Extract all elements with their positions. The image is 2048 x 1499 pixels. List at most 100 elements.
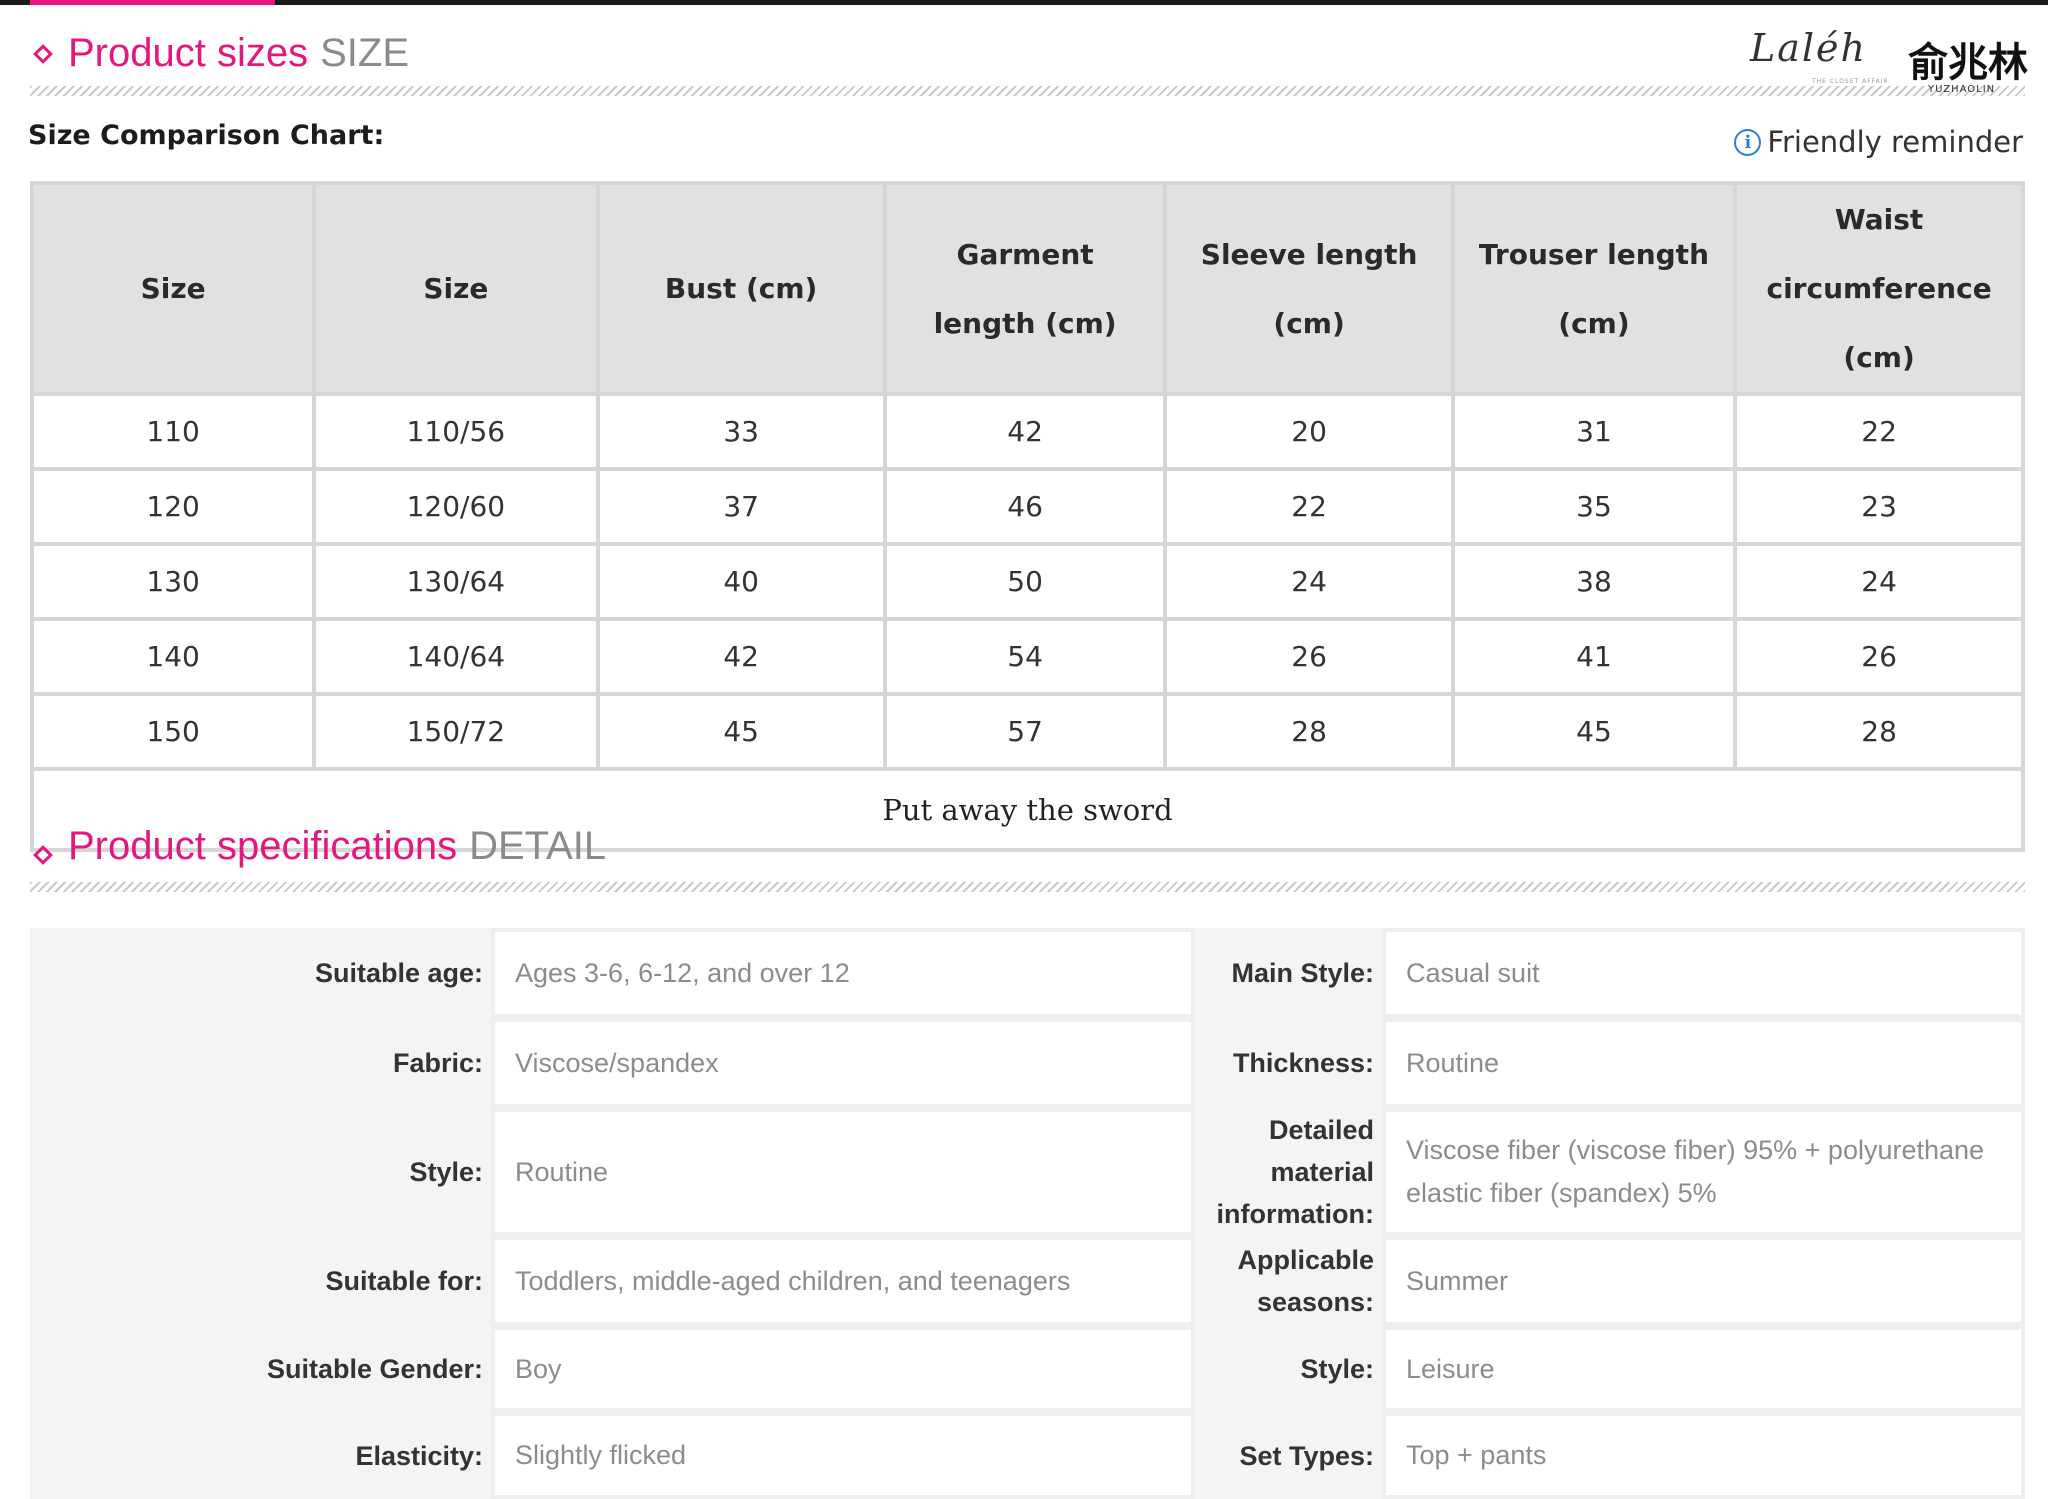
info-icon: i	[1734, 128, 1762, 156]
table-cell: 110	[29, 392, 317, 471]
top-bar-accent	[30, 0, 275, 5]
spec-value: Viscose fiber (viscose fiber) 95% + poly…	[1382, 1108, 2025, 1236]
spec-value: Toddlers, middle-aged children, and teen…	[491, 1236, 1195, 1326]
header-sleeve-length: Sleeve length (cm)	[1163, 181, 1455, 396]
brand-logo: Laléh THE CLOSET AFFAIR 俞兆林 YUZHAOLIN	[1750, 8, 2030, 98]
table-cell: 42	[882, 392, 1168, 471]
diamond-bullet-icon	[33, 845, 53, 865]
table-cell: 54	[882, 617, 1168, 696]
header-size-code: Size	[312, 181, 600, 396]
spec-row: Style: Routine Detailed material informa…	[30, 1108, 2025, 1236]
table-cell: 40	[595, 542, 887, 621]
specs-title-wrap: Product specifications DETAIL	[68, 824, 606, 869]
table-cell: 24	[1733, 542, 2025, 621]
spec-value: Casual suit	[1382, 928, 2025, 1018]
table-cell: 45	[1450, 692, 1738, 771]
table-cell: 28	[1733, 692, 2025, 771]
table-row: 110 110/56 33 42 20 31 22	[29, 392, 2025, 471]
table-cell: 50	[882, 542, 1168, 621]
table-cell: 130/64	[312, 542, 600, 621]
specs-table: Suitable age: Ages 3-6, 6-12, and over 1…	[30, 928, 2025, 1499]
sizes-title-wrap: Product sizes SIZE	[68, 31, 409, 76]
table-row: 140 140/64 42 54 26 41 26	[29, 617, 2025, 696]
spec-label: Fabric:	[30, 1018, 491, 1108]
table-cell: 22	[1163, 467, 1455, 546]
brand-script-logo: Laléh	[1750, 26, 1868, 70]
spec-row: Suitable Gender: Boy Style: Leisure	[30, 1326, 2025, 1412]
header-size: Size	[29, 181, 317, 396]
table-cell: 33	[595, 392, 887, 471]
table-row: 130 130/64 40 50 24 38 24	[29, 542, 2025, 621]
table-cell: 26	[1163, 617, 1455, 696]
spec-label: Applicable seasons:	[1195, 1236, 1382, 1326]
brand-cn-sub: YUZHAOLIN	[1928, 84, 1996, 95]
spec-label: Main Style:	[1195, 928, 1382, 1018]
friendly-reminder-label: Friendly reminder	[1767, 125, 2023, 159]
spec-value: Top + pants	[1382, 1412, 2025, 1499]
table-cell: 45	[595, 692, 887, 771]
table-cell: 35	[1450, 467, 1738, 546]
spec-label: Style:	[1195, 1326, 1382, 1412]
header-trouser-length: Trouser length (cm)	[1450, 181, 1738, 396]
spec-value: Slightly flicked	[491, 1412, 1195, 1499]
spec-value: Routine	[491, 1108, 1195, 1236]
table-cell: 22	[1733, 392, 2025, 471]
table-cell: 57	[882, 692, 1168, 771]
spec-value: Boy	[491, 1326, 1195, 1412]
spec-value: Routine	[1382, 1018, 2025, 1108]
table-cell: 41	[1450, 617, 1738, 696]
section-divider	[30, 86, 2025, 96]
table-cell: 140/64	[312, 617, 600, 696]
table-cell: 46	[882, 467, 1168, 546]
spec-row: Fabric: Viscose/spandex Thickness: Routi…	[30, 1018, 2025, 1108]
spec-row: Suitable age: Ages 3-6, 6-12, and over 1…	[30, 928, 2025, 1018]
sizes-title-en: SIZE	[320, 31, 410, 75]
spec-label: Detailed material information:	[1195, 1108, 1382, 1236]
brand-script-sub: THE CLOSET AFFAIR	[1812, 78, 1889, 85]
spec-label: Style:	[30, 1108, 491, 1236]
table-cell: 120	[29, 467, 317, 546]
sizes-section-header: Product sizes SIZE	[30, 25, 2025, 85]
spec-label: Suitable for:	[30, 1236, 491, 1326]
table-cell: 31	[1450, 392, 1738, 471]
table-cell: 37	[595, 467, 887, 546]
header-waist: Waist circumference (cm)	[1733, 181, 2025, 396]
table-cell: 20	[1163, 392, 1455, 471]
sizes-title: Product sizes	[68, 31, 309, 75]
spec-label: Suitable Gender:	[30, 1326, 491, 1412]
top-bar	[0, 0, 2048, 5]
table-cell: 150	[29, 692, 317, 771]
spec-label: Elasticity:	[30, 1412, 491, 1499]
spec-value: Leisure	[1382, 1326, 2025, 1412]
size-table: Size Size Bust (cm) Garment length (cm) …	[29, 181, 2025, 852]
diamond-bullet-icon	[33, 44, 53, 64]
table-cell: 26	[1733, 617, 2025, 696]
specs-section-header: Product specifications DETAIL	[30, 820, 2025, 880]
table-cell: 23	[1733, 467, 2025, 546]
spec-label: Suitable age:	[30, 928, 491, 1018]
table-row: 150 150/72 45 57 28 45 28	[29, 692, 2025, 771]
table-cell: 140	[29, 617, 317, 696]
specs-title: Product specifications	[68, 824, 458, 868]
table-row: 120 120/60 37 46 22 35 23	[29, 467, 2025, 546]
spec-value: Viscose/spandex	[491, 1018, 1195, 1108]
friendly-reminder[interactable]: i Friendly reminder	[1734, 125, 2023, 159]
table-cell: 120/60	[312, 467, 600, 546]
spec-row: Suitable for: Toddlers, middle-aged chil…	[30, 1236, 2025, 1326]
spec-value: Summer	[1382, 1236, 2025, 1326]
header-garment-length: Garment length (cm)	[882, 181, 1168, 396]
table-cell: 38	[1450, 542, 1738, 621]
brand-cn-name: 俞兆林	[1908, 40, 2028, 86]
size-chart-label: Size Comparison Chart:	[28, 120, 385, 151]
table-cell: 24	[1163, 542, 1455, 621]
table-cell: 42	[595, 617, 887, 696]
spec-label: Set Types:	[1195, 1412, 1382, 1499]
table-cell: 130	[29, 542, 317, 621]
size-table-header-row: Size Size Bust (cm) Garment length (cm) …	[29, 181, 2025, 396]
spec-value: Ages 3-6, 6-12, and over 12	[491, 928, 1195, 1018]
header-bust: Bust (cm)	[595, 181, 887, 396]
table-cell: 150/72	[312, 692, 600, 771]
specs-title-en: DETAIL	[469, 824, 607, 868]
spec-row: Elasticity: Slightly flicked Set Types: …	[30, 1412, 2025, 1499]
table-cell: 110/56	[312, 392, 600, 471]
